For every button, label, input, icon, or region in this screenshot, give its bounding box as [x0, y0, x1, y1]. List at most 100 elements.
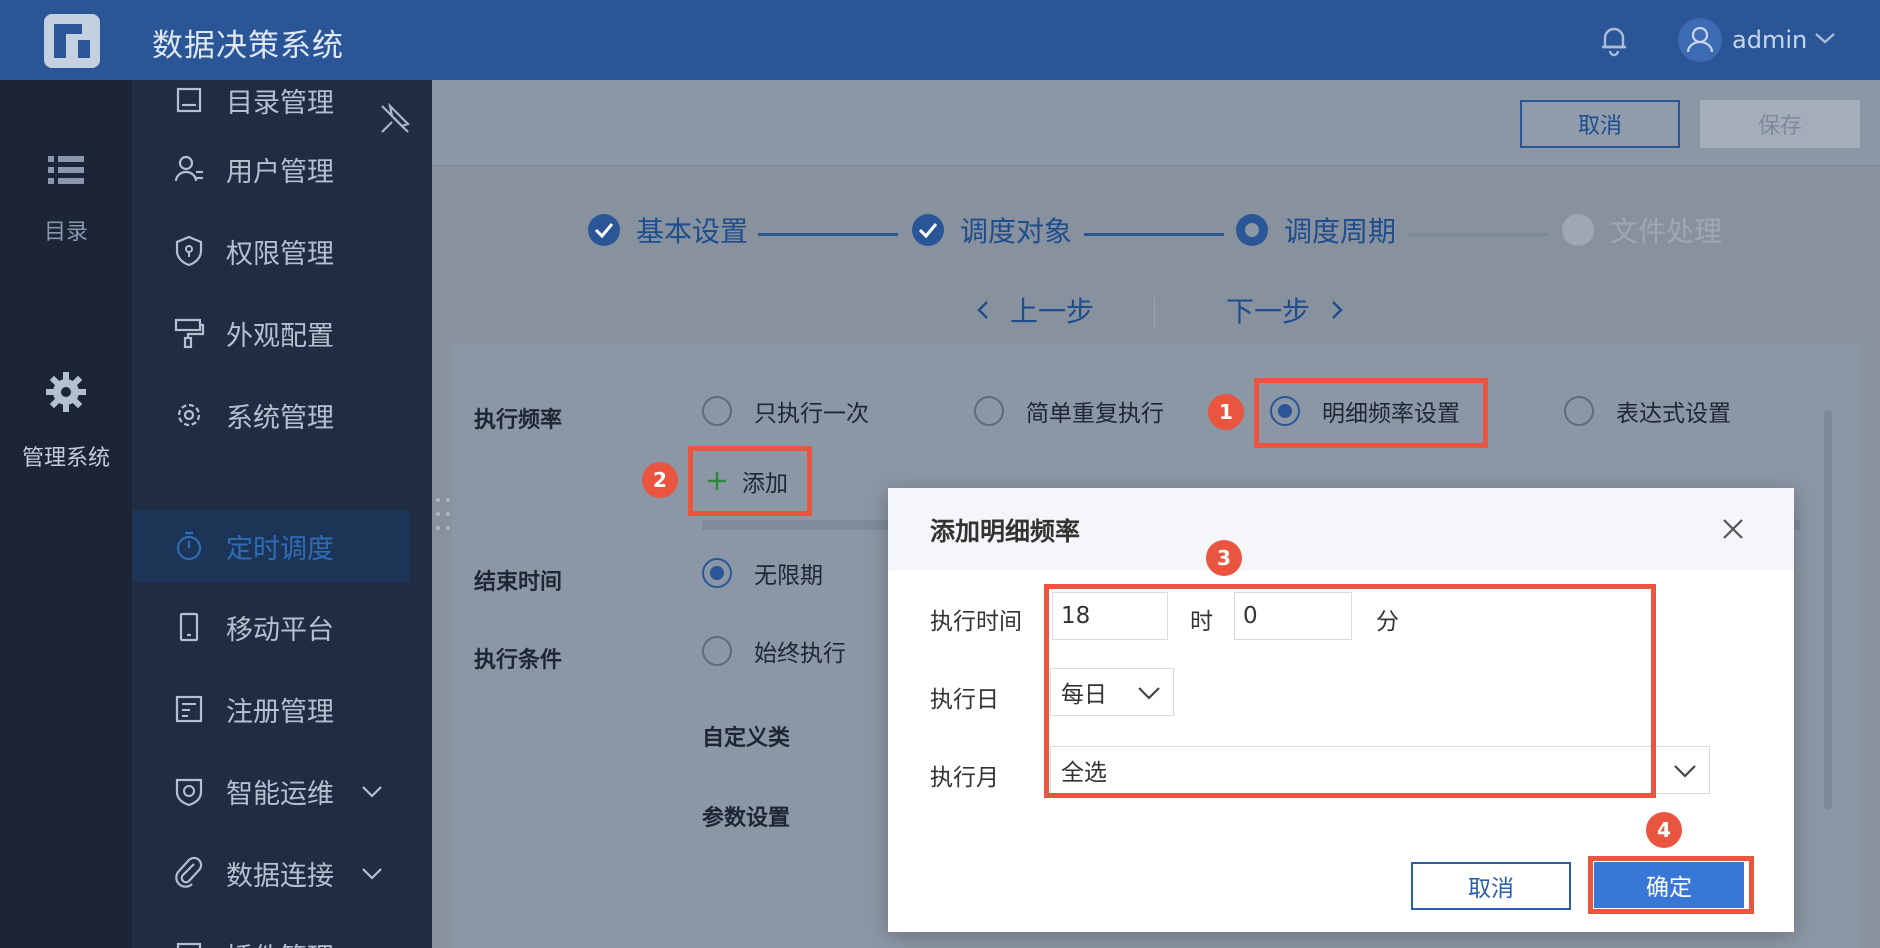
radio-no-limit[interactable]: 无限期: [702, 556, 823, 590]
dialog-header: 添加明细频率: [888, 488, 1794, 570]
scrollbar[interactable]: [1824, 410, 1832, 810]
list-icon: [48, 156, 84, 184]
sidebar-item-label: 注册管理: [226, 696, 334, 728]
radio-label: 无限期: [754, 563, 823, 589]
step-indicator: 基本设置 调度对象 调度周期 文件处理: [432, 210, 1880, 260]
drag-handle-icon[interactable]: [432, 494, 454, 534]
paint-roller-icon: [174, 318, 205, 349]
step-label: 文件处理: [1610, 215, 1723, 248]
rail-item-system[interactable]: 管理系统: [0, 370, 132, 472]
radio-always[interactable]: 始终执行: [702, 634, 846, 668]
sidebar-item-label: 移动平台: [226, 614, 334, 646]
chevron-down-icon[interactable]: [360, 861, 384, 885]
sidebar-item-label: 智能运维: [226, 778, 334, 810]
user-icon: [174, 155, 203, 182]
left-rail: 目录 管理系统: [0, 80, 132, 948]
radio-button[interactable]: [1564, 396, 1594, 426]
radio-label: 简单重复执行: [1026, 401, 1164, 427]
app-title: 数据决策系统: [152, 28, 344, 64]
main-toolbar: 取消 保存: [432, 80, 1880, 166]
chevron-down-icon[interactable]: [1814, 30, 1836, 46]
prev-step-button[interactable]: 上一步: [972, 290, 1094, 330]
step-period[interactable]: 调度周期: [1236, 210, 1396, 250]
radio-button[interactable]: [702, 558, 732, 588]
radio-label: 始终执行: [754, 641, 846, 667]
check-icon: [912, 214, 944, 246]
next-step-label: 下一步: [1226, 295, 1311, 328]
exec-time-label: 执行时间: [930, 609, 1022, 635]
directory-icon: [176, 87, 202, 113]
close-icon[interactable]: [1718, 514, 1748, 544]
sidebar-item-schedule[interactable]: 定时调度: [132, 510, 410, 582]
sidebar-item-label: 用户管理: [226, 156, 334, 188]
sidebar-item-appearance[interactable]: 外观配置: [132, 297, 410, 369]
radio-button[interactable]: [974, 396, 1004, 426]
radio-button[interactable]: [702, 396, 732, 426]
divider: [1154, 298, 1155, 328]
bell-icon[interactable]: [1596, 22, 1632, 58]
step-label: 基本设置: [636, 215, 749, 248]
exec-month-label: 执行月: [930, 765, 999, 791]
frequency-label: 执行频率: [474, 408, 563, 433]
step-target[interactable]: 调度对象: [912, 210, 1072, 250]
save-button[interactable]: 保存: [1700, 100, 1860, 148]
sidebar-item-register[interactable]: 注册管理: [132, 673, 410, 745]
radio-once[interactable]: 只执行一次: [702, 394, 869, 428]
sidebar-item-plugins[interactable]: 插件管理: [132, 919, 410, 948]
current-step-icon: [1236, 214, 1268, 246]
step-connector: [758, 233, 898, 236]
link-icon: [175, 856, 203, 888]
sidebar-item-mobile[interactable]: 移动平台: [132, 591, 410, 663]
radio-button[interactable]: [702, 636, 732, 666]
sidebar-item-users[interactable]: 用户管理: [132, 133, 410, 205]
sidebar-item-permissions[interactable]: 权限管理: [132, 215, 410, 287]
sidebar-item-label: 定时调度: [226, 533, 334, 565]
step-label: 调度对象: [960, 215, 1073, 248]
highlight-box-4: [1588, 856, 1754, 914]
sidebar-item-ops[interactable]: 智能运维: [132, 755, 410, 827]
sidebar-item-system[interactable]: 系统管理: [132, 379, 410, 451]
register-icon: [175, 695, 203, 723]
rail-item-label: 管理系统: [21, 446, 110, 471]
step-file[interactable]: 文件处理: [1562, 210, 1722, 250]
step-connector: [1408, 233, 1548, 236]
cancel-button[interactable]: 取消: [1520, 100, 1680, 148]
user-icon: [1686, 26, 1714, 53]
rail-item-directory[interactable]: 目录: [0, 152, 132, 246]
dialog-title: 添加明细频率: [930, 517, 1081, 546]
radio-expression[interactable]: 表达式设置: [1564, 394, 1731, 428]
stopwatch-icon: [176, 531, 202, 561]
step-badge-3: 3: [1206, 540, 1242, 576]
chevron-down-icon[interactable]: [360, 779, 384, 803]
chevron-down-icon: [1674, 765, 1696, 778]
sidebar-item-label: 插件管理: [226, 936, 334, 948]
highlight-box-3: [1044, 584, 1656, 798]
dialog-cancel-button[interactable]: 取消: [1411, 862, 1571, 910]
param-settings-label: 参数设置: [702, 806, 791, 831]
radio-simple-repeat[interactable]: 简单重复执行: [974, 394, 1164, 428]
rail-item-label: 目录: [43, 220, 88, 245]
sidebar-item-label: 外观配置: [226, 320, 334, 352]
sidebar-item-data-connection[interactable]: 数据连接: [132, 837, 410, 909]
step-basic[interactable]: 基本设置: [588, 210, 748, 250]
custom-class-label: 自定义类: [702, 726, 791, 751]
radio-label: 表达式设置: [1616, 401, 1731, 427]
sidebar-item-label: 目录管理: [226, 87, 334, 119]
sidebar-item-directory[interactable]: 目录管理: [132, 80, 410, 136]
sidebar-item-label: 系统管理: [226, 402, 334, 434]
prev-step-label: 上一步: [1010, 295, 1095, 328]
end-time-label: 结束时间: [474, 570, 563, 595]
top-bar: 数据决策系统 admin: [0, 0, 1880, 80]
user-name[interactable]: admin: [1732, 26, 1807, 54]
step-connector: [1084, 233, 1224, 236]
sidebar: 目录管理 用户管理 权限管理 外观配置 系统管理 定时调度 移动平台 注册管理 …: [132, 80, 432, 948]
ops-icon: [175, 778, 203, 807]
check-icon: [588, 214, 620, 246]
avatar[interactable]: [1678, 18, 1722, 62]
exec-day-label: 执行日: [930, 687, 999, 713]
step-badge-4: 4: [1646, 812, 1682, 848]
chevron-right-icon: [1332, 301, 1343, 319]
app-logo-icon: [44, 14, 100, 68]
next-step-button[interactable]: 下一步: [1226, 290, 1348, 330]
sidebar-item-label: 数据连接: [226, 860, 334, 892]
